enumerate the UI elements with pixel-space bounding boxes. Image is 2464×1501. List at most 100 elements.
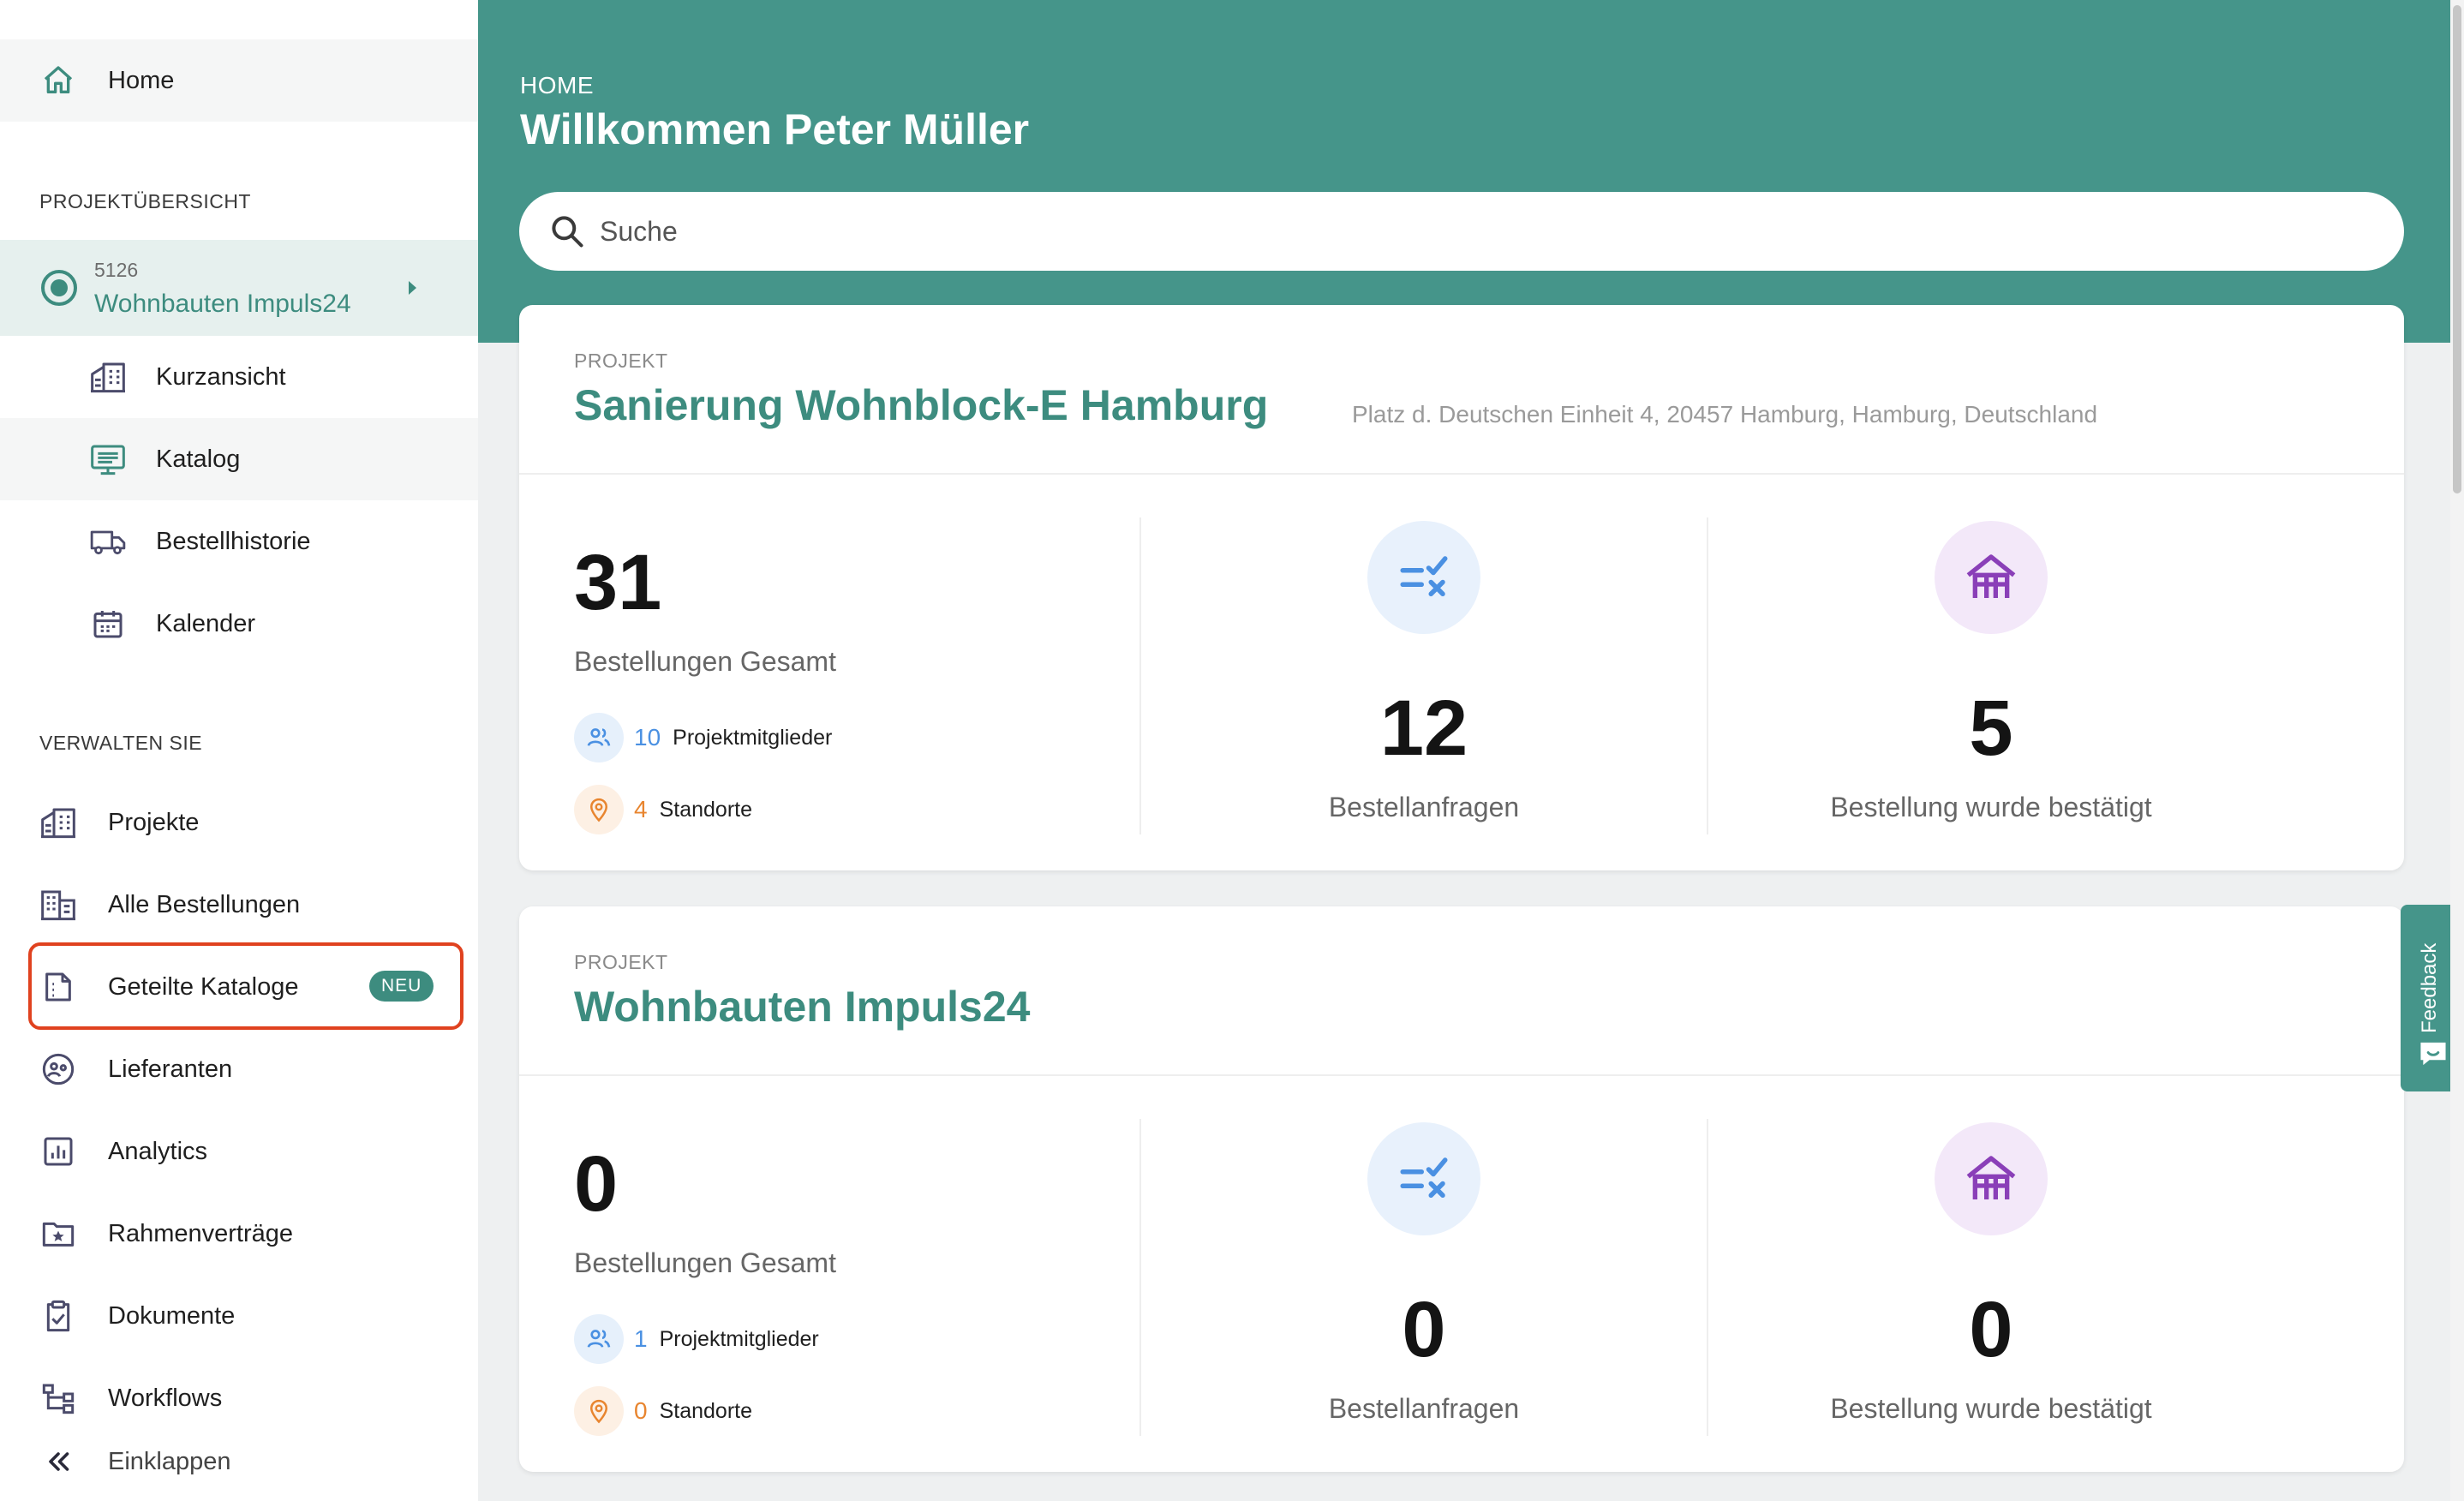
orders-total-label: Bestellungen Gesamt [574,1247,836,1278]
location-pin-icon [574,1386,624,1436]
sidebar-active-project[interactable]: 5126 Wohnbauten Impuls24 [0,240,478,336]
divider [1139,1119,1141,1436]
project-tag: PROJEKT [574,350,668,372]
confirmed-label: Bestellung wurde bestätigt [1830,792,2152,822]
members-row[interactable]: 10 Projektmitglieder [574,713,832,762]
locations-count: 4 [634,796,648,822]
sidebar-item-kurzansicht[interactable]: Kurzansicht [0,336,478,418]
locations-label: Standorte [659,1398,752,1423]
analytics-icon [39,1133,77,1170]
project-card[interactable]: PROJEKT Wohnbauten Impuls24 0 Bestellung… [519,906,2404,1472]
location-pin-icon [574,785,624,834]
users-icon [574,1314,624,1364]
members-count: 10 [634,724,661,750]
sidebar-item-label: Kalender [156,609,256,637]
divider [1707,517,1708,834]
breadcrumb: HOME [520,72,594,99]
sidebar-item-analytics[interactable]: Analytics [0,1110,478,1193]
folder-star-icon [39,1215,77,1253]
home-icon [39,62,77,99]
requests-value: 0 [1402,1286,1446,1373]
double-chevron-left-icon [39,1443,77,1480]
scrollbar-thumb[interactable] [2453,5,2461,493]
confirmed-value: 0 [1969,1286,2013,1373]
sidebar: Home PROJEKTÜBERSICHT 5126 Wohnbauten Im… [0,0,478,1501]
sidebar-item-label: Analytics [108,1137,208,1165]
sidebar-item-label: Katalog [156,445,241,473]
project-card[interactable]: PROJEKT Sanierung Wohnblock-E Hamburg Pl… [519,305,2404,870]
divider [519,1074,2404,1076]
supplier-icon [39,1050,77,1088]
sidebar-item-lieferanten[interactable]: Lieferanten [0,1028,478,1110]
collapse-label: Einklappen [108,1447,231,1475]
sidebar-item-katalog[interactable]: Katalog [0,418,478,500]
project-title[interactable]: Wohnbauten Impuls24 [574,982,1030,1032]
sidebar-item-alle-bestellungen[interactable]: Alle Bestellungen [0,864,478,946]
search-icon [548,212,586,250]
sidebar-item-label: Dokumente [108,1301,236,1330]
confirmed-label: Bestellung wurde bestätigt [1830,1393,2152,1424]
requests-value: 12 [1379,685,1468,772]
sidebar-item-rahmenvertraege[interactable]: Rahmenverträge [0,1193,478,1275]
request-list-icon [1367,521,1480,634]
page-title: Willkommen Peter Müller [520,105,1030,153]
clipboard-check-icon [39,1297,77,1335]
section-label-manage: VERWALTEN SIE [39,732,203,754]
sidebar-item-projekte[interactable]: Projekte [0,781,478,864]
building-icon [89,358,127,396]
sidebar-item-label: Bestellhistorie [156,527,311,555]
sidebar-item-label: Lieferanten [108,1055,233,1083]
search-bar[interactable] [519,192,2404,271]
sidebar-item-label: Geteilte Kataloge [108,972,299,1001]
document-icon [39,968,77,1006]
locations-count: 0 [634,1397,648,1424]
sidebar-item-label: Home [108,66,175,94]
requests-label: Bestellanfragen [1328,792,1520,822]
sidebar-item-dokumente[interactable]: Dokumente [0,1275,478,1357]
locations-label: Standorte [659,797,752,822]
locations-row[interactable]: 0 Standorte [574,1386,752,1436]
confirmed-value: 5 [1969,685,2013,772]
sidebar-item-label: Alle Bestellungen [108,890,301,918]
sidebar-item-bestellhistorie[interactable]: Bestellhistorie [0,500,478,583]
members-count: 1 [634,1325,648,1352]
locations-row[interactable]: 4 Standorte [574,785,752,834]
project-title[interactable]: Sanierung Wohnblock-E Hamburg [574,380,1268,430]
divider [1139,517,1141,834]
members-label: Projektmitglieder [659,1326,819,1351]
search-input[interactable] [600,207,2356,255]
section-label-projects: PROJEKTÜBERSICHT [39,190,251,212]
building-icon [39,804,77,841]
collapse-button[interactable]: Einklappen [0,1420,478,1501]
sidebar-item-label: Kurzansicht [156,362,286,391]
members-label: Projektmitglieder [673,725,833,750]
orders-total-value: 0 [574,1140,619,1228]
caret-right-icon[interactable] [409,281,416,295]
requests-label: Bestellanfragen [1328,1393,1520,1424]
request-list-icon [1367,1122,1480,1235]
sidebar-item-kalender[interactable]: Kalender [0,583,478,665]
vertical-scrollbar[interactable] [2450,0,2464,1501]
sidebar-item-label: Rahmenverträge [108,1219,293,1247]
sidebar-item-home[interactable]: Home [0,39,478,122]
project-number: 5126 [94,259,139,281]
orders-total-label: Bestellungen Gesamt [574,646,836,677]
radio-selected-icon [41,270,77,306]
gazebo-icon [1935,521,2048,634]
project-address: Platz d. Deutschen Einheit 4, 20457 Hamb… [1352,401,2098,428]
feedback-chat-icon [2418,1040,2449,1067]
page-header [478,0,2450,343]
sidebar-item-label: Workflows [108,1384,223,1412]
divider [1707,1119,1708,1436]
calendar-icon [89,605,127,643]
project-name: Wohnbauten Impuls24 [94,290,351,318]
truck-icon [89,523,127,560]
members-row[interactable]: 1 Projektmitglieder [574,1314,819,1364]
feedback-label: Feedback [2418,942,2441,1033]
sidebar-item-label: Projekte [108,808,200,836]
project-tag: PROJEKT [574,951,668,973]
orders-total-value: 31 [574,539,662,626]
workflow-icon [39,1379,77,1417]
office-building-icon [39,886,77,924]
gazebo-icon [1935,1122,2048,1235]
